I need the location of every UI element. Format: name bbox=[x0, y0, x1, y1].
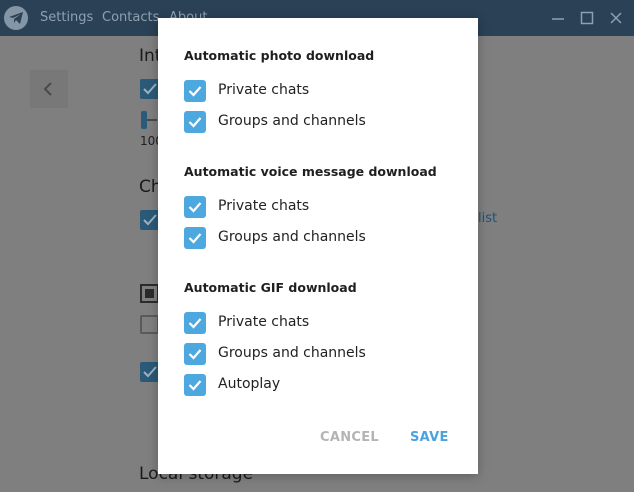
save-button[interactable]: SAVE bbox=[410, 430, 449, 445]
bg-link-list: list bbox=[478, 211, 498, 226]
close-icon[interactable] bbox=[607, 9, 625, 27]
voice-groups-channels-option[interactable]: Groups and channels bbox=[184, 227, 444, 249]
gif-groups-channels-option[interactable]: Groups and channels bbox=[184, 343, 444, 365]
minimize-icon[interactable] bbox=[549, 9, 567, 27]
photo-groups-channels-option[interactable]: Groups and channels bbox=[184, 111, 444, 133]
auto-download-dialog: Automatic photo download Private chats G… bbox=[158, 18, 478, 474]
cancel-button[interactable]: CANCEL bbox=[320, 430, 379, 445]
checkbox-checked[interactable] bbox=[184, 312, 206, 334]
gif-autoplay-option[interactable]: Autoplay bbox=[184, 374, 444, 396]
photo-private-chats-option[interactable]: Private chats bbox=[184, 80, 444, 102]
menu-settings[interactable]: Settings bbox=[40, 10, 93, 25]
maximize-icon[interactable] bbox=[578, 9, 596, 27]
bg-checkbox bbox=[140, 362, 160, 382]
checkbox-checked[interactable] bbox=[184, 80, 206, 102]
checkbox-checked[interactable] bbox=[184, 374, 206, 396]
section-title-photo: Automatic photo download bbox=[184, 48, 375, 63]
voice-private-chats-option[interactable]: Private chats bbox=[184, 196, 444, 218]
bg-radio-empty bbox=[140, 315, 159, 334]
back-button[interactable] bbox=[30, 70, 68, 108]
menu-contacts[interactable]: Contacts bbox=[102, 10, 159, 25]
option-label: Autoplay bbox=[218, 376, 281, 392]
bg-slider-track bbox=[147, 119, 157, 121]
bg-checkbox bbox=[140, 79, 160, 99]
checkbox-checked[interactable] bbox=[184, 343, 206, 365]
bg-radio-selected bbox=[140, 284, 159, 303]
section-title-voice: Automatic voice message download bbox=[184, 164, 437, 179]
checkbox-checked[interactable] bbox=[184, 196, 206, 218]
option-label: Groups and channels bbox=[218, 113, 366, 129]
checkbox-checked[interactable] bbox=[184, 227, 206, 249]
checkbox-checked[interactable] bbox=[184, 111, 206, 133]
option-label: Groups and channels bbox=[218, 229, 366, 245]
bg-checkbox bbox=[140, 210, 160, 230]
gif-private-chats-option[interactable]: Private chats bbox=[184, 312, 444, 334]
telegram-logo-icon bbox=[4, 6, 28, 30]
section-title-gif: Automatic GIF download bbox=[184, 280, 357, 295]
option-label: Private chats bbox=[218, 82, 310, 98]
option-label: Private chats bbox=[218, 314, 310, 330]
option-label: Private chats bbox=[218, 198, 310, 214]
option-label: Groups and channels bbox=[218, 345, 366, 361]
